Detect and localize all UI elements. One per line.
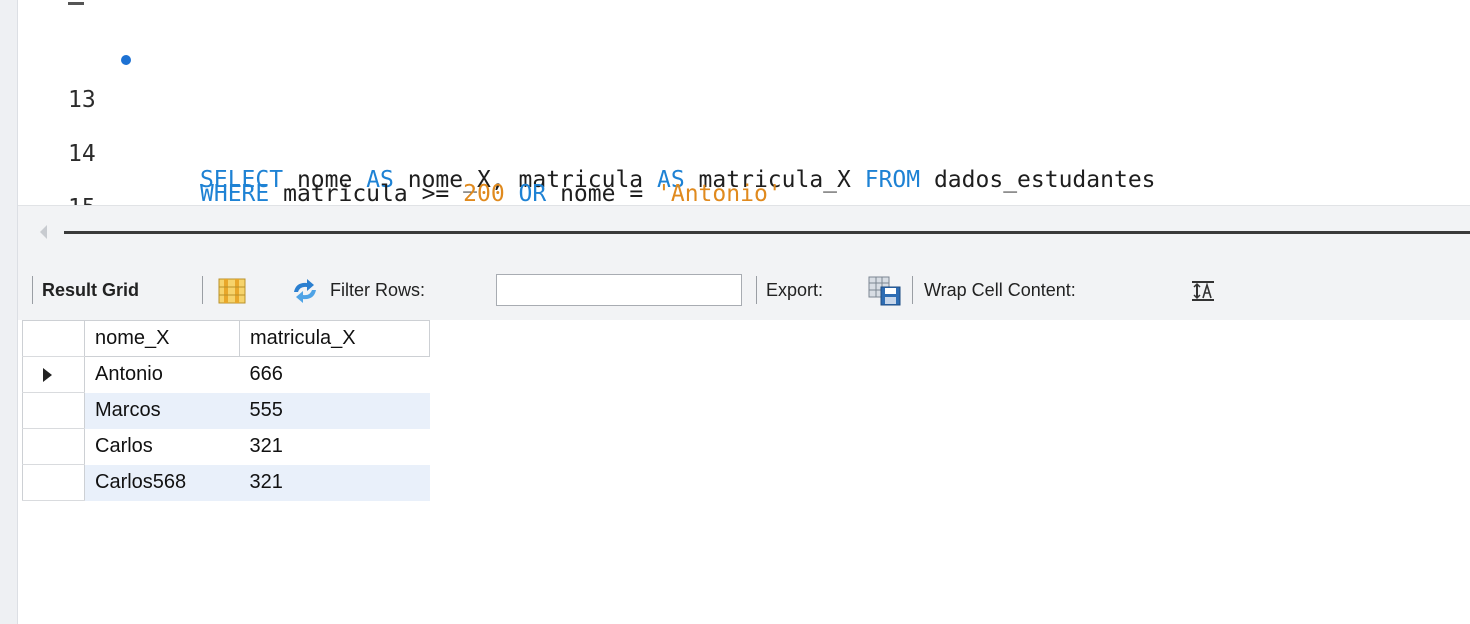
cell-nome-x[interactable]: Carlos568 [84,464,240,501]
row-header[interactable] [22,464,85,501]
row-header[interactable] [22,428,85,465]
cell-nome-x[interactable]: Carlos [85,429,240,465]
refresh-arrows-icon[interactable] [290,277,320,305]
splitter-bar[interactable] [64,231,1470,234]
result-table[interactable]: nome_X matricula_X Antonio 666 Marcos 555 Ca… [22,320,430,501]
row-header[interactable] [22,356,85,393]
code-line-13[interactable]: 13 SELECT nome AS nome_X, matricula AS m… [18,40,1470,193]
toolbar-separator [756,276,757,304]
row-header-corner[interactable] [22,320,85,357]
cell-matricula-x[interactable]: 321 [239,464,430,501]
toolbar-separator [202,276,203,304]
filter-rows-input[interactable] [496,274,742,306]
form-editor-icon[interactable] [218,278,246,304]
result-grid[interactable]: nome_X matricula_X Antonio 666 Marcos 555 Ca… [18,320,1470,624]
execution-marker-dot [121,55,131,65]
result-toolbar: Result Grid Filter Rows: Export: Wrap Ce… [18,260,1470,320]
export-label: Export: [766,280,824,300]
row-header[interactable] [22,392,85,429]
table-row[interactable]: Antonio 666 [22,356,430,393]
code-line-15[interactable]: 15 ORDER BY matricula DESC [18,148,1470,261]
wrap-text-icon[interactable] [1190,280,1216,302]
table-row[interactable]: Carlos 321 [22,428,430,465]
current-row-arrow-icon [43,367,52,382]
column-header-nome-x[interactable]: nome_X [84,320,240,357]
cell-matricula-x[interactable]: 555 [239,392,430,429]
left-edge-panel [0,0,18,624]
result-grid-tab[interactable]: Result Grid [42,260,139,320]
cell-nome-x[interactable]: Antonio [85,357,240,393]
column-header-matricula-x[interactable]: matricula_X [239,320,430,357]
code-line-14[interactable]: 14 WHERE matricula >= 200 OR nome = 'Ant… [18,94,1470,207]
cell-matricula-x[interactable]: 666 [240,357,430,393]
sql-editor[interactable]: 13 SELECT nome AS nome_X, matricula AS m… [18,0,1470,261]
header-row: nome_X matricula_X [22,320,430,357]
wrap-cell-content-label: Wrap Cell Content: [924,280,1076,300]
export-grid-save-icon[interactable] [868,276,902,306]
line-number-clipped [66,0,86,8]
table-row[interactable]: Marcos 555 [22,392,430,429]
filter-rows-label: Filter Rows: [330,280,426,300]
table-row[interactable]: Carlos568 321 [22,464,430,501]
editor-splitter[interactable] [18,205,1470,260]
toolbar-separator [32,276,33,304]
scroll-left-arrow-icon[interactable] [40,225,47,239]
cell-nome-x[interactable]: Marcos [84,392,240,429]
toolbar-separator [912,276,913,304]
cell-matricula-x[interactable]: 321 [240,429,430,465]
